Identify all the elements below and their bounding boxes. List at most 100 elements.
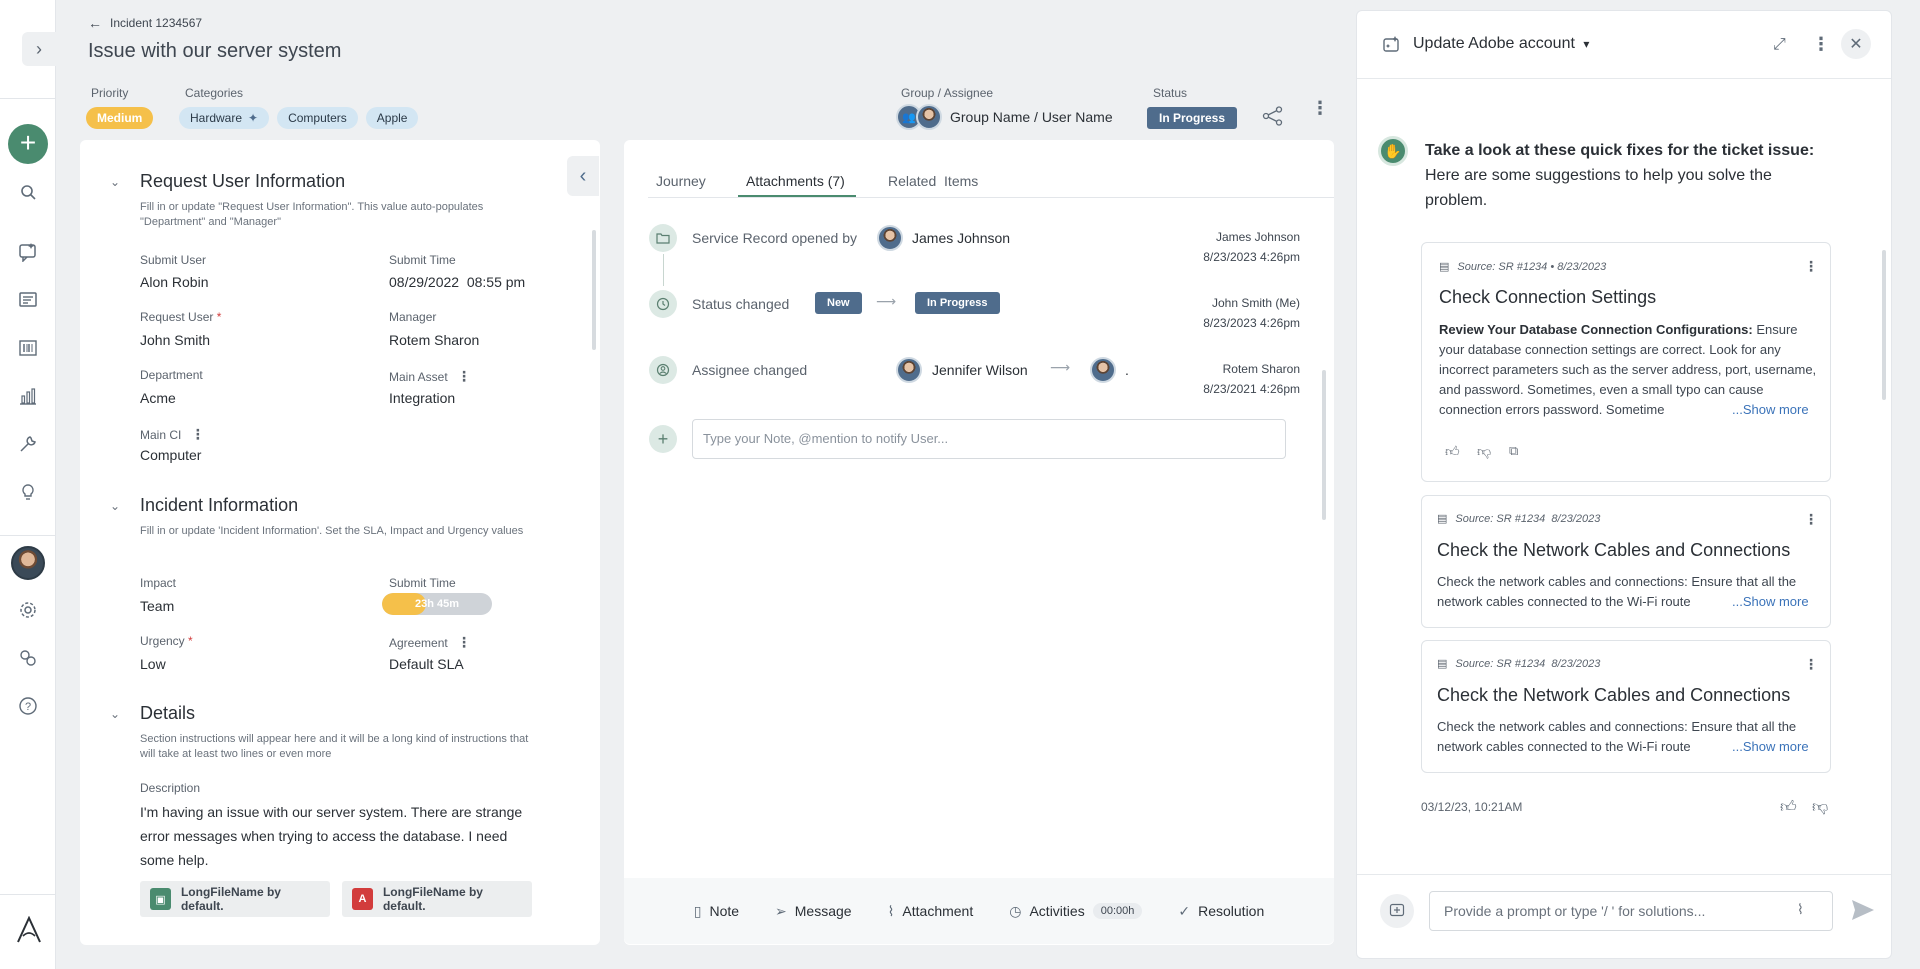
status-badge[interactable]: In Progress bbox=[1147, 107, 1238, 129]
create-new-button[interactable]: + bbox=[8, 124, 48, 164]
thumbs-down-icon[interactable]: 👎︎ bbox=[1812, 798, 1828, 817]
priority-badge[interactable]: Medium bbox=[86, 107, 154, 129]
more-options-icon[interactable]: ⋮ bbox=[1812, 34, 1830, 55]
main-asset-value[interactable]: Integration bbox=[389, 390, 455, 406]
main-ci-label: Main CI ⋮ bbox=[140, 426, 205, 442]
paperclip-icon[interactable]: ⌇ bbox=[1797, 901, 1804, 918]
chevron-down-icon[interactable]: ⌄ bbox=[106, 705, 124, 723]
status-tag-new: New bbox=[815, 292, 862, 314]
active-tab-indicator bbox=[738, 195, 856, 197]
collapse-form-button[interactable]: ‹ bbox=[567, 156, 599, 196]
group-assignee-value: Group Name / User Name bbox=[950, 109, 1113, 125]
chevron-down-icon: ▾ bbox=[1583, 37, 1590, 51]
expand-rail-button[interactable]: › bbox=[22, 32, 56, 66]
request-user-value[interactable]: John Smith bbox=[140, 332, 210, 348]
back-link[interactable]: ← Incident 1234567 bbox=[88, 15, 202, 31]
event-user-name[interactable]: Jennifer Wilson bbox=[932, 362, 1028, 378]
category-tag[interactable]: Hardware ✦ bbox=[179, 107, 270, 129]
tab-related-items[interactable]: Related Items bbox=[888, 173, 978, 189]
add-note-button[interactable]: + bbox=[649, 425, 677, 453]
message-timestamp: 03/12/23, 10:21AM bbox=[1421, 800, 1523, 814]
submit-time-value[interactable]: 08/29/2022 08:55 pm bbox=[389, 274, 525, 290]
agreement-value[interactable]: Default SLA bbox=[389, 656, 464, 672]
note-button[interactable]: ▯ Note bbox=[694, 903, 739, 920]
show-more-link[interactable]: ...Show more bbox=[1728, 400, 1809, 420]
tab-journey[interactable]: Journey bbox=[656, 173, 706, 189]
request-user-label: Request User * bbox=[140, 310, 222, 324]
attachment-file[interactable]: ▣ LongFileName by default. bbox=[140, 881, 330, 917]
expand-icon[interactable]: ⤢ bbox=[1773, 36, 1786, 54]
send-icon bbox=[1852, 900, 1874, 920]
brand-logo-icon bbox=[16, 915, 42, 944]
thumbs-up-icon[interactable]: 👍︎ bbox=[1780, 798, 1797, 817]
sla-timer: 23h 45m bbox=[382, 593, 492, 615]
note-input[interactable]: Type your Note, @mention to notify User.… bbox=[692, 419, 1286, 459]
ai-chat-icon[interactable] bbox=[16, 240, 40, 264]
more-options-icon[interactable]: ⋮ bbox=[1311, 99, 1329, 117]
chat-plus-icon bbox=[1389, 903, 1405, 917]
message-button[interactable]: ➢ Message bbox=[775, 903, 852, 920]
reports-icon[interactable] bbox=[16, 384, 40, 408]
field-options-icon[interactable]: ⋮ bbox=[457, 634, 471, 650]
activities-time: 00:00h bbox=[1092, 903, 1143, 919]
lightbulb-icon[interactable] bbox=[16, 480, 40, 504]
field-options-icon[interactable]: ⋮ bbox=[457, 368, 471, 384]
share-icon[interactable] bbox=[1262, 106, 1284, 131]
prompt-input[interactable]: Provide a prompt or type '/ ' for soluti… bbox=[1429, 891, 1833, 931]
field-options-icon[interactable]: ⋮ bbox=[191, 426, 205, 442]
activities-button[interactable]: ◷ Activities 00:00h bbox=[1009, 903, 1143, 920]
search-icon[interactable] bbox=[16, 180, 40, 204]
main-ci-value[interactable]: Computer bbox=[140, 447, 201, 463]
assistant-scrollbar[interactable] bbox=[1882, 250, 1886, 400]
chevron-down-icon[interactable]: ⌄ bbox=[106, 173, 124, 191]
journey-scrollbar[interactable] bbox=[1322, 370, 1326, 520]
prompt-library-button[interactable] bbox=[1380, 894, 1414, 928]
event-user-name[interactable]: James Johnson bbox=[912, 230, 1010, 246]
tools-icon[interactable] bbox=[16, 432, 40, 456]
group-assignee-field[interactable]: 👥 Group Name / User Name bbox=[896, 104, 1113, 130]
urgency-label: Urgency * bbox=[140, 634, 193, 648]
description-value[interactable]: I'm having an issue with our server syst… bbox=[140, 800, 540, 872]
department-label: Department bbox=[140, 368, 203, 382]
help-icon[interactable]: ? bbox=[16, 694, 40, 718]
send-button[interactable] bbox=[1850, 898, 1876, 927]
integrations-icon[interactable] bbox=[16, 646, 40, 670]
submit-user-value[interactable]: Alon Robin bbox=[140, 274, 209, 290]
attachment-file[interactable]: A LongFileName by default. bbox=[342, 881, 532, 917]
urgency-value[interactable]: Low bbox=[140, 656, 166, 672]
card-options-icon[interactable]: ⋮ bbox=[1804, 511, 1818, 528]
show-more-link[interactable]: ...Show more bbox=[1728, 737, 1809, 757]
thumbs-up-icon[interactable]: 👍︎ bbox=[1445, 443, 1460, 460]
priority-field[interactable]: Medium bbox=[86, 107, 154, 129]
attachment-button[interactable]: ⌇ Attachment bbox=[888, 903, 974, 920]
close-button[interactable]: ✕ bbox=[1841, 29, 1871, 59]
category-tag[interactable]: Apple bbox=[365, 107, 419, 129]
gear-icon[interactable] bbox=[16, 598, 40, 622]
card-options-icon[interactable]: ⋮ bbox=[1804, 258, 1818, 275]
user-avatar[interactable] bbox=[11, 546, 45, 580]
source-doc-icon: ▤ bbox=[1437, 513, 1448, 525]
show-more-link[interactable]: ...Show more bbox=[1728, 592, 1809, 612]
panel-header-divider bbox=[1357, 78, 1891, 79]
rail-divider bbox=[0, 535, 56, 536]
manager-value[interactable]: Rotem Sharon bbox=[389, 332, 479, 348]
impact-value[interactable]: Team bbox=[140, 598, 174, 614]
status-field[interactable]: In Progress bbox=[1147, 107, 1238, 129]
chevron-down-icon[interactable]: ⌄ bbox=[106, 497, 124, 515]
card-options-icon[interactable]: ⋮ bbox=[1804, 656, 1818, 673]
event-text: Assignee changed bbox=[692, 362, 808, 378]
copy-icon[interactable]: ⧉ bbox=[1509, 443, 1518, 459]
resolution-button[interactable]: ✓ Resolution bbox=[1178, 903, 1264, 920]
category-tag[interactable]: Computers bbox=[277, 107, 358, 129]
department-value[interactable]: Acme bbox=[140, 390, 176, 406]
page-title: Issue with our server system bbox=[88, 40, 342, 62]
assistant-title-dropdown[interactable]: Update Adobe account ▾ bbox=[1413, 35, 1589, 53]
thumbs-down-icon[interactable]: 👎︎ bbox=[1477, 443, 1491, 460]
event-text: Service Record opened by bbox=[692, 230, 857, 246]
form-scrollbar[interactable] bbox=[592, 230, 596, 350]
tab-attachments[interactable]: Attachments (7) bbox=[746, 173, 845, 189]
description-label: Description bbox=[140, 781, 201, 795]
tickets-icon[interactable] bbox=[16, 288, 40, 312]
barcode-icon[interactable] bbox=[16, 336, 40, 360]
input-divider bbox=[1357, 874, 1891, 875]
